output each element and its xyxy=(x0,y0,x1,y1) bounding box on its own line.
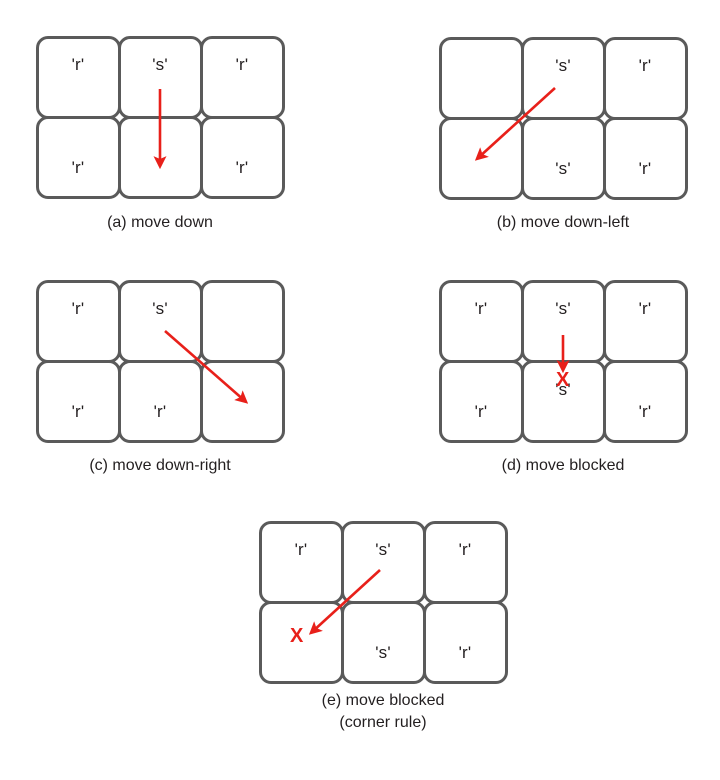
panel-b: 's' 'r' 's' 'r' (b) move down-left xyxy=(438,36,688,231)
cell-label: 's' xyxy=(375,539,391,559)
cell-label: 'r' xyxy=(71,54,85,74)
caption-b: (b) move down-left xyxy=(440,212,686,234)
cell-label: 'r' xyxy=(235,54,249,74)
caption-line-1: (e) move blocked xyxy=(321,692,445,709)
cell-label: 's' xyxy=(555,158,571,178)
cell-b-0-1: 's' xyxy=(520,36,606,120)
cell-label: 'r' xyxy=(235,157,249,177)
panel-d: 'r' 's' 'r' 'r' 's' 'r' X (d) move block… xyxy=(438,279,688,474)
cell-c-1-1: 'r' xyxy=(117,359,203,443)
cell-b-1-1: 's' xyxy=(520,116,606,200)
cell-b-0-2: 'r' xyxy=(602,36,688,120)
cell-a-1-0: 'r' xyxy=(35,115,121,199)
cell-c-0-1: 's' xyxy=(117,279,203,363)
cell-c-1-0: 'r' xyxy=(35,359,121,443)
panel-e: 'r' 's' 'r' 's' 'r' X (e) move blocked (… xyxy=(258,520,508,731)
caption-d: (d) move blocked xyxy=(440,455,686,477)
cell-a-0-2: 'r' xyxy=(199,35,285,119)
caption-line-2: (corner rule) xyxy=(339,714,427,731)
cell-e-0-0: 'r' xyxy=(258,520,344,604)
cell-label: 'r' xyxy=(638,158,652,178)
cell-d-0-0: 'r' xyxy=(438,279,524,363)
grid-d: 'r' 's' 'r' 'r' 's' 'r' X xyxy=(438,279,688,443)
grid-b: 's' 'r' 's' 'r' xyxy=(438,36,688,200)
cell-label: 'r' xyxy=(638,55,652,75)
grid-c: 'r' 's' 'r' 'r' xyxy=(35,279,285,443)
cell-label: 's' xyxy=(555,298,571,318)
cell-label: 's' xyxy=(152,298,168,318)
cell-label: 'r' xyxy=(458,539,472,559)
caption-e: (e) move blocked (corner rule) xyxy=(260,690,506,734)
cell-b-1-0 xyxy=(438,116,524,200)
cell-a-1-1 xyxy=(117,115,203,199)
cell-label: 'r' xyxy=(153,401,167,421)
cell-d-0-2: 'r' xyxy=(602,279,688,363)
cell-e-0-1: 's' xyxy=(340,520,426,604)
cell-label: 'r' xyxy=(474,298,488,318)
panel-a: 'r' 's' 'r' 'r' 'r' (a) move down xyxy=(35,35,285,231)
cell-b-0-0 xyxy=(438,36,524,120)
caption-line-1: (b) move down-left xyxy=(496,214,630,231)
cell-label: 'r' xyxy=(71,157,85,177)
cell-label: 's' xyxy=(375,642,391,662)
cell-label: 's' xyxy=(555,55,571,75)
cell-label: 'r' xyxy=(458,642,472,662)
cell-b-1-2: 'r' xyxy=(602,116,688,200)
caption-line-1: (c) move down-right xyxy=(89,457,231,474)
cell-a-0-0: 'r' xyxy=(35,35,121,119)
cell-label: 's' xyxy=(152,54,168,74)
cell-d-1-0: 'r' xyxy=(438,359,524,443)
cell-e-1-2: 'r' xyxy=(422,600,508,684)
cell-label: 'r' xyxy=(71,401,85,421)
cell-d-0-1: 's' xyxy=(520,279,606,363)
cell-label: 'r' xyxy=(71,298,85,318)
blocked-x-icon: X xyxy=(556,369,570,391)
cell-c-0-2 xyxy=(199,279,285,363)
caption-line-1: (d) move blocked xyxy=(501,457,625,474)
cell-label: 'r' xyxy=(474,401,488,421)
grid-e: 'r' 's' 'r' 's' 'r' X xyxy=(258,520,508,684)
cell-e-0-2: 'r' xyxy=(422,520,508,604)
caption-c: (c) move down-right xyxy=(37,455,283,477)
cell-e-1-1: 's' xyxy=(340,600,426,684)
cell-d-1-2: 'r' xyxy=(602,359,688,443)
cell-a-0-1: 's' xyxy=(117,35,203,119)
grid-a: 'r' 's' 'r' 'r' 'r' xyxy=(35,35,285,199)
cell-label: 'r' xyxy=(638,298,652,318)
cell-a-1-2: 'r' xyxy=(199,115,285,199)
panel-c: 'r' 's' 'r' 'r' (c) move down-right xyxy=(35,279,285,474)
cell-c-1-2 xyxy=(199,359,285,443)
cell-label: 'r' xyxy=(294,539,308,559)
caption-a: (a) move down xyxy=(37,212,283,234)
blocked-x-icon: X xyxy=(290,625,304,647)
cell-c-0-0: 'r' xyxy=(35,279,121,363)
caption-line-1: (a) move down xyxy=(107,214,213,231)
cell-label: 'r' xyxy=(638,401,652,421)
